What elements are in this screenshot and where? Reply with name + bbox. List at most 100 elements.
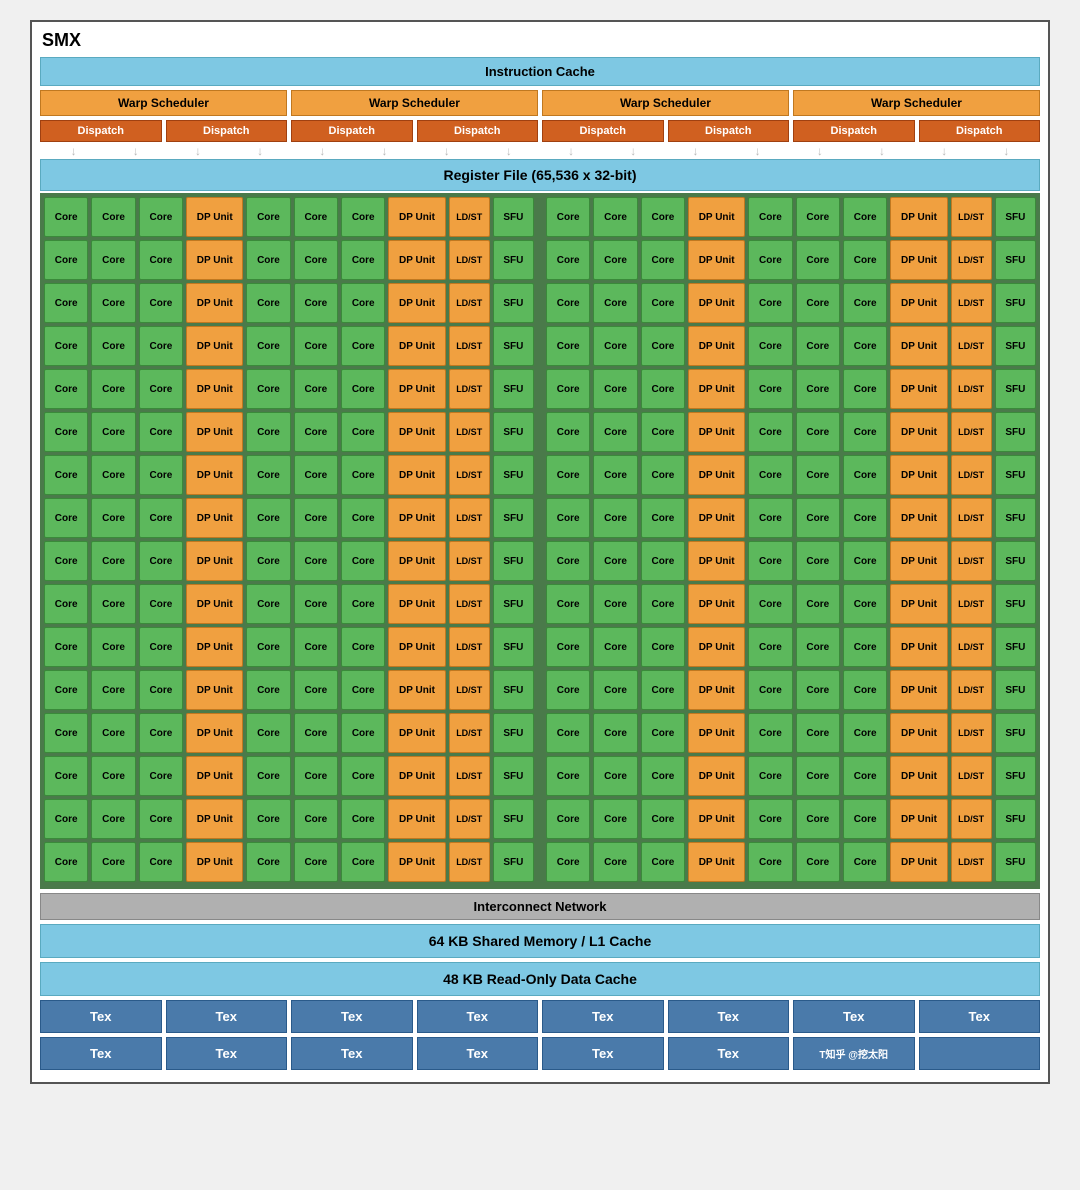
core-cell: Core [341, 369, 385, 409]
ldst-cell: LD/ST [449, 498, 490, 538]
core-cell: Core [641, 283, 685, 323]
core-cell: Core [44, 756, 88, 796]
dispatch-row: Dispatch Dispatch Dispatch Dispatch Disp… [40, 120, 1040, 142]
core-cell: Core [593, 584, 637, 624]
separator [537, 369, 543, 409]
tex-6: Tex [668, 1000, 790, 1033]
core-cell: Core [796, 842, 840, 882]
core-cell: Core [843, 670, 887, 710]
dp-cell: DP Unit [186, 670, 243, 710]
core-cell: Core [139, 412, 183, 452]
tex-row-2: Tex Tex Tex Tex Tex Tex T知乎 @挖太阳 [40, 1037, 1040, 1070]
tex-4: Tex [417, 1000, 539, 1033]
warp-scheduler-3: Warp Scheduler [542, 90, 789, 116]
dp-cell: DP Unit [688, 799, 745, 839]
ldst-cell: LD/ST [951, 197, 992, 237]
dp-cell: DP Unit [388, 455, 445, 495]
dp-cell: DP Unit [388, 412, 445, 452]
separator [537, 670, 543, 710]
core-cell: Core [341, 412, 385, 452]
core-row: CoreCoreCoreDP UnitCoreCoreCoreDP UnitLD… [44, 240, 1036, 280]
core-row: CoreCoreCoreDP UnitCoreCoreCoreDP UnitLD… [44, 541, 1036, 581]
core-cell: Core [843, 756, 887, 796]
tex-13: Tex [542, 1037, 664, 1070]
core-cell: Core [796, 670, 840, 710]
core-cell: Core [91, 369, 135, 409]
core-cell: Core [246, 498, 290, 538]
core-row: CoreCoreCoreDP UnitCoreCoreCoreDP UnitLD… [44, 412, 1036, 452]
register-file: Register File (65,536 x 32-bit) [40, 159, 1040, 191]
ldst-cell: LD/ST [449, 455, 490, 495]
core-cell: Core [593, 670, 637, 710]
tex-2: Tex [166, 1000, 288, 1033]
core-cell: Core [593, 713, 637, 753]
dispatch-6: Dispatch [668, 120, 790, 142]
sfu-cell: SFU [493, 756, 534, 796]
core-cell: Core [546, 412, 590, 452]
smx-container: SMX Instruction Cache Warp Scheduler War… [30, 20, 1050, 1084]
core-cell: Core [91, 455, 135, 495]
instruction-cache: Instruction Cache [40, 57, 1040, 86]
dp-cell: DP Unit [890, 455, 947, 495]
dp-cell: DP Unit [186, 455, 243, 495]
separator [537, 541, 543, 581]
core-cell: Core [546, 498, 590, 538]
ldst-cell: LD/ST [951, 498, 992, 538]
dp-cell: DP Unit [890, 670, 947, 710]
dp-cell: DP Unit [388, 369, 445, 409]
separator [537, 584, 543, 624]
core-cell: Core [139, 842, 183, 882]
core-cell: Core [139, 627, 183, 667]
core-cell: Core [796, 326, 840, 366]
core-cell: Core [294, 369, 338, 409]
dispatch-7: Dispatch [793, 120, 915, 142]
core-cell: Core [843, 455, 887, 495]
core-cell: Core [546, 455, 590, 495]
warp-scheduler-row: Warp Scheduler Warp Scheduler Warp Sched… [40, 90, 1040, 116]
dp-cell: DP Unit [688, 670, 745, 710]
core-cell: Core [641, 326, 685, 366]
core-cell: Core [593, 541, 637, 581]
separator [537, 455, 543, 495]
sfu-cell: SFU [493, 412, 534, 452]
core-row: CoreCoreCoreDP UnitCoreCoreCoreDP UnitLD… [44, 627, 1036, 667]
dp-cell: DP Unit [688, 498, 745, 538]
core-cell: Core [246, 369, 290, 409]
core-row: CoreCoreCoreDP UnitCoreCoreCoreDP UnitLD… [44, 842, 1036, 882]
core-cell: Core [44, 412, 88, 452]
core-cell: Core [796, 283, 840, 323]
core-cell: Core [246, 713, 290, 753]
core-row: CoreCoreCoreDP UnitCoreCoreCoreDP UnitLD… [44, 756, 1036, 796]
ldst-cell: LD/ST [951, 240, 992, 280]
dp-cell: DP Unit [688, 283, 745, 323]
sfu-cell: SFU [493, 369, 534, 409]
separator [537, 197, 543, 237]
dispatch-8: Dispatch [919, 120, 1041, 142]
dp-cell: DP Unit [186, 842, 243, 882]
dp-cell: DP Unit [890, 799, 947, 839]
ldst-cell: LD/ST [449, 713, 490, 753]
dispatch-4: Dispatch [417, 120, 539, 142]
ldst-cell: LD/ST [951, 412, 992, 452]
core-cell: Core [246, 842, 290, 882]
core-cell: Core [593, 756, 637, 796]
core-cell: Core [748, 799, 792, 839]
core-cell: Core [91, 584, 135, 624]
core-cell: Core [44, 498, 88, 538]
core-row: CoreCoreCoreDP UnitCoreCoreCoreDP UnitLD… [44, 326, 1036, 366]
core-cell: Core [641, 627, 685, 667]
core-cell: Core [341, 584, 385, 624]
core-cell: Core [546, 326, 590, 366]
dp-cell: DP Unit [890, 240, 947, 280]
core-cell: Core [843, 369, 887, 409]
tex-row-1: Tex Tex Tex Tex Tex Tex Tex Tex [40, 1000, 1040, 1033]
shared-memory: 64 KB Shared Memory / L1 Cache [40, 924, 1040, 958]
separator [537, 713, 543, 753]
core-cell: Core [641, 240, 685, 280]
core-cell: Core [139, 756, 183, 796]
core-cell: Core [593, 498, 637, 538]
tex-10: Tex [166, 1037, 288, 1070]
core-cell: Core [641, 541, 685, 581]
dp-cell: DP Unit [388, 713, 445, 753]
separator [537, 283, 543, 323]
